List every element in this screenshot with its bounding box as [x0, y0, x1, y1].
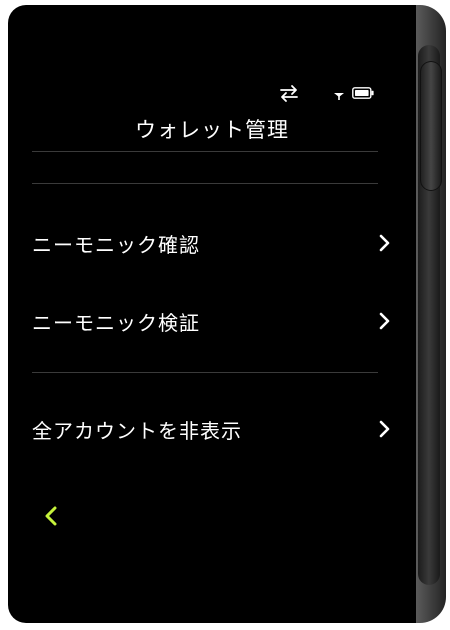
chevron-left-icon	[45, 506, 57, 526]
menu-item-label: ニーモニック確認	[32, 233, 200, 257]
menu-item-label: ニーモニック検証	[32, 311, 200, 335]
status-bar	[8, 85, 416, 105]
chevron-right-icon	[379, 420, 390, 438]
menu-item-label: 全アカウントを非表示	[32, 419, 242, 443]
chevron-right-icon	[379, 312, 390, 330]
menu-item-verify-mnemonic[interactable]: ニーモニック検証	[32, 295, 392, 345]
page-title: ウォレット管理	[135, 118, 289, 142]
device-frame: ウォレット管理 ニーモニック確認 ニーモニック検証 全アカウントを非表示	[8, 5, 448, 625]
chevron-right-icon	[379, 234, 390, 252]
menu-item-view-mnemonic[interactable]: ニーモニック確認	[32, 217, 392, 267]
device-side-button[interactable]	[420, 61, 442, 191]
header-divider	[32, 151, 378, 152]
back-button[interactable]	[40, 503, 64, 529]
section-divider-bottom	[32, 372, 378, 373]
battery-icon	[352, 87, 374, 99]
sync-icon	[280, 85, 298, 102]
menu-item-hide-all-accounts[interactable]: 全アカウントを非表示	[32, 403, 392, 453]
section-divider-top	[32, 183, 378, 184]
device-screen: ウォレット管理 ニーモニック確認 ニーモニック検証 全アカウントを非表示	[8, 5, 416, 623]
signal-icon	[334, 93, 344, 100]
